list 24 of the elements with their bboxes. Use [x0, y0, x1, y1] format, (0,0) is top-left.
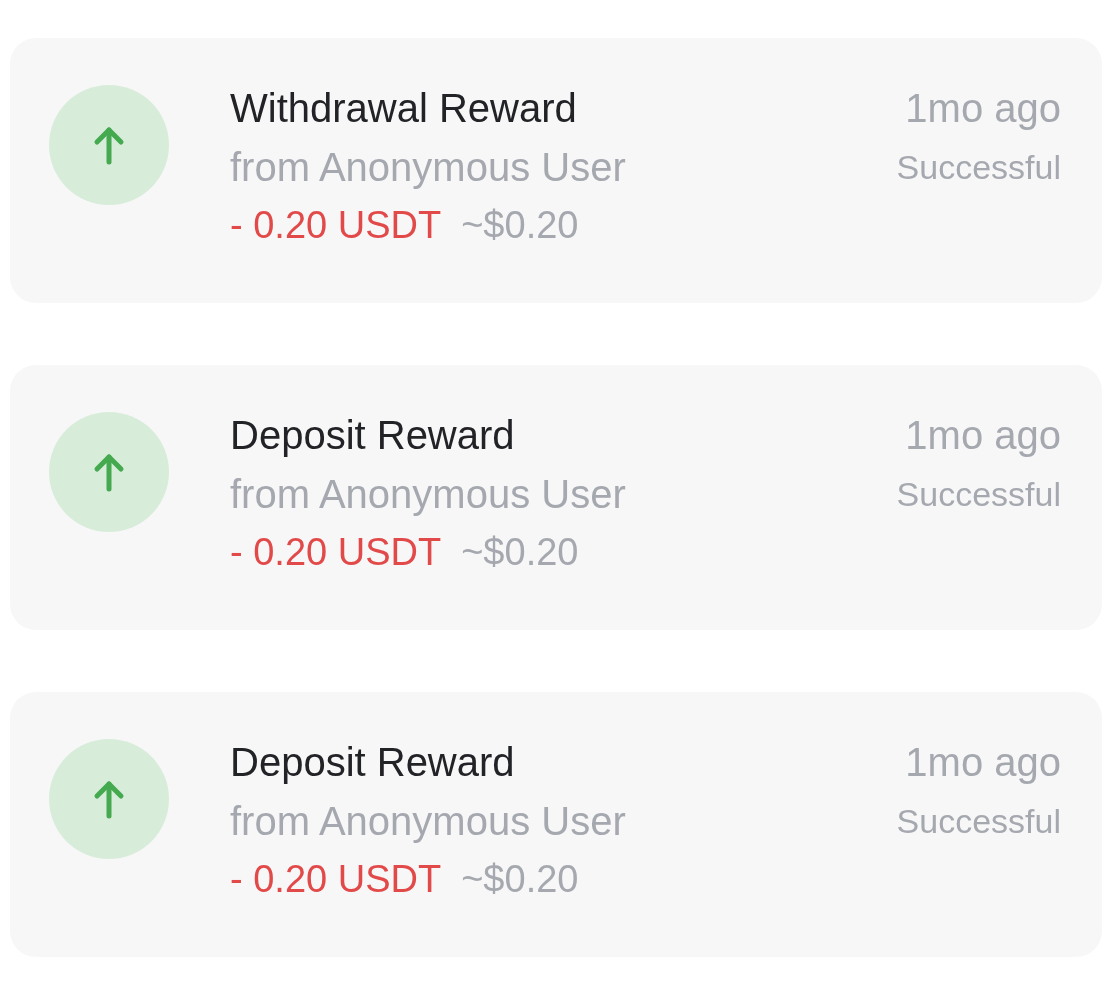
- transaction-source: from Anonymous User: [230, 471, 626, 518]
- transaction-title: Deposit Reward: [230, 412, 515, 459]
- transaction-source: from Anonymous User: [230, 798, 626, 845]
- fiat-value: ~$0.20: [461, 530, 579, 575]
- transaction-title: Deposit Reward: [230, 739, 515, 786]
- transaction-card[interactable]: Deposit Reward from Anonymous User - 0.20 USDT ~$0.20 1mo ago Successful: [10, 692, 1102, 957]
- transaction-time: 1mo ago: [905, 739, 1061, 786]
- fiat-value: ~$0.20: [461, 203, 579, 248]
- transaction-card[interactable]: Deposit Reward from Anonymous User - 0.20 USDT ~$0.20 1mo ago Successful: [10, 365, 1102, 630]
- transaction-card[interactable]: Withdrawal Reward from Anonymous User - 0.20 USDT ~$0.20 1mo ago Successful: [10, 38, 1102, 303]
- crypto-amount: - 0.20 USDT: [230, 530, 442, 575]
- arrow-up-icon: [49, 412, 169, 532]
- arrow-up-icon: [49, 85, 169, 205]
- transaction-status: Successful: [896, 147, 1061, 188]
- transaction-status: Successful: [896, 801, 1061, 842]
- arrow-up-icon: [49, 739, 169, 859]
- transaction-title: Withdrawal Reward: [230, 85, 577, 132]
- crypto-amount: - 0.20 USDT: [230, 857, 442, 902]
- crypto-amount: - 0.20 USDT: [230, 203, 442, 248]
- transaction-time: 1mo ago: [905, 412, 1061, 459]
- transaction-source: from Anonymous User: [230, 144, 626, 191]
- transaction-time: 1mo ago: [905, 85, 1061, 132]
- fiat-value: ~$0.20: [461, 857, 579, 902]
- transaction-status: Successful: [896, 474, 1061, 515]
